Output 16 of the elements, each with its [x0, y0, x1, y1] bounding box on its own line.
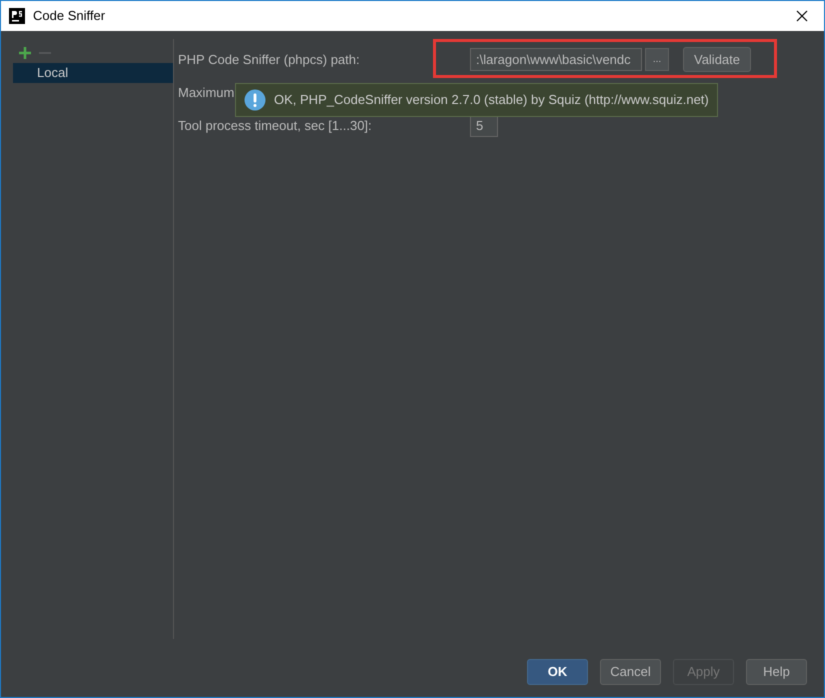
- field-label: PHP Code Sniffer (phpcs) path:: [178, 52, 360, 67]
- add-icon[interactable]: [19, 47, 31, 59]
- path-field[interactable]: :\laragon\www\basic\vendc: [470, 48, 642, 71]
- app-logo-icon: [9, 8, 25, 24]
- window-title: Code Sniffer: [33, 7, 106, 26]
- info-icon: [244, 89, 266, 111]
- dialog-button[interactable]: Cancel: [600, 659, 661, 685]
- field-label: Tool process timeout, sec [1...30]:: [178, 118, 372, 133]
- close-icon[interactable]: [796, 10, 808, 22]
- field-label: Maximum: [178, 84, 234, 100]
- sidebar-item[interactable]: Local: [13, 63, 173, 83]
- validate-button[interactable]: Validate: [683, 47, 751, 72]
- dialog-button[interactable]: Help: [746, 659, 807, 685]
- browse-button[interactable]: ...: [645, 48, 669, 71]
- dialog-button[interactable]: OK: [527, 659, 588, 685]
- tooltip-text: OK, PHP_CodeSniffer version 2.7.0 (stable) by Squiz (http://www.squiz.net): [274, 91, 709, 110]
